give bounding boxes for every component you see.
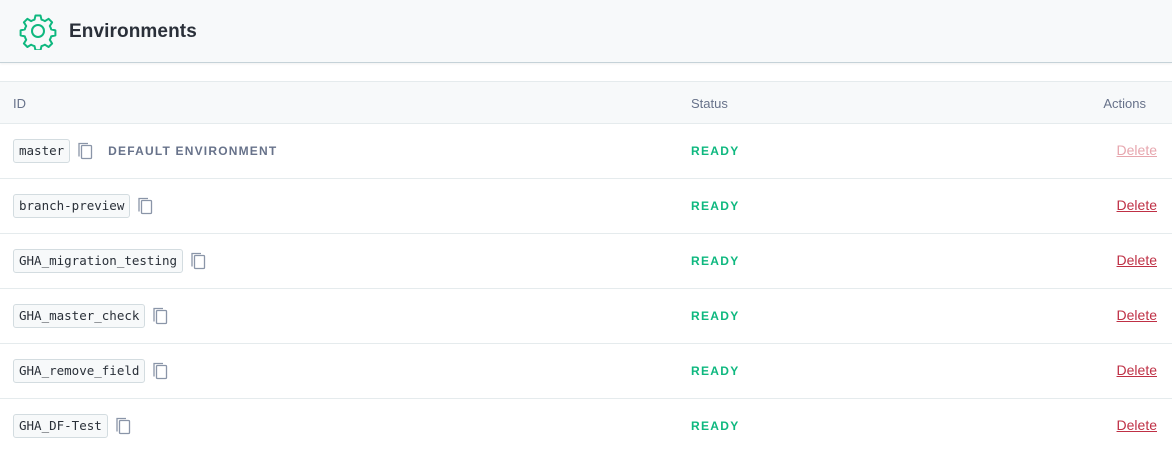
environment-id-cell: GHA_master_check	[13, 304, 169, 328]
table-row: master DEFAULT ENVIRONMENT READY Delete	[0, 124, 1172, 179]
table-header: ID Status Actions	[0, 81, 1172, 124]
environment-id: GHA_remove_field	[13, 359, 146, 383]
table-row: GHA_migration_testing READY Delete	[0, 234, 1172, 289]
environment-id: master	[13, 139, 71, 163]
status-badge: READY	[691, 364, 740, 378]
delete-button[interactable]: Delete	[1117, 307, 1157, 323]
environment-id: GHA_migration_testing	[13, 249, 184, 273]
environment-id-cell: GHA_DF-Test	[13, 414, 132, 438]
copy-icon[interactable]	[151, 306, 169, 326]
environment-id-cell: master DEFAULT ENVIRONMENT	[13, 139, 277, 163]
environment-id-cell: branch-preview	[13, 194, 154, 218]
delete-button[interactable]: Delete	[1117, 197, 1157, 213]
status-badge: READY	[691, 144, 740, 158]
environments-table: ID Status Actions master DEFAULT ENVIRONM…	[0, 81, 1172, 454]
environment-id: GHA_DF-Test	[13, 414, 108, 438]
environment-id: GHA_master_check	[13, 304, 146, 328]
environment-id-cell: GHA_migration_testing	[13, 249, 207, 273]
copy-icon[interactable]	[151, 361, 169, 381]
column-header-id: ID	[13, 96, 26, 111]
table-row: GHA_remove_field READY Delete	[0, 344, 1172, 399]
copy-icon[interactable]	[76, 141, 94, 161]
column-header-status: Status	[691, 96, 728, 111]
default-environment-label: DEFAULT ENVIRONMENT	[108, 144, 278, 158]
table-row: branch-preview READY Delete	[0, 179, 1172, 234]
environment-id: branch-preview	[13, 194, 131, 218]
page-title: Environments	[69, 21, 197, 42]
status-badge: READY	[691, 254, 740, 268]
table-row: GHA_master_check READY Delete	[0, 289, 1172, 344]
gear-icon	[19, 14, 57, 50]
delete-button[interactable]: Delete	[1117, 252, 1157, 268]
status-badge: READY	[691, 309, 740, 323]
environment-id-cell: GHA_remove_field	[13, 359, 169, 383]
delete-button: Delete	[1116, 142, 1157, 158]
status-badge: READY	[691, 199, 740, 213]
page-header: Environments	[0, 0, 1172, 63]
table-row: GHA_DF-Test READY Delete	[0, 399, 1172, 454]
copy-icon[interactable]	[114, 416, 132, 436]
table-body: master DEFAULT ENVIRONMENT READY Delete bran…	[0, 124, 1172, 454]
column-header-actions: Actions	[1103, 96, 1146, 111]
delete-button[interactable]: Delete	[1117, 362, 1157, 378]
copy-icon[interactable]	[136, 196, 154, 216]
delete-button[interactable]: Delete	[1117, 417, 1157, 433]
status-badge: READY	[691, 419, 740, 433]
copy-icon[interactable]	[189, 251, 207, 271]
